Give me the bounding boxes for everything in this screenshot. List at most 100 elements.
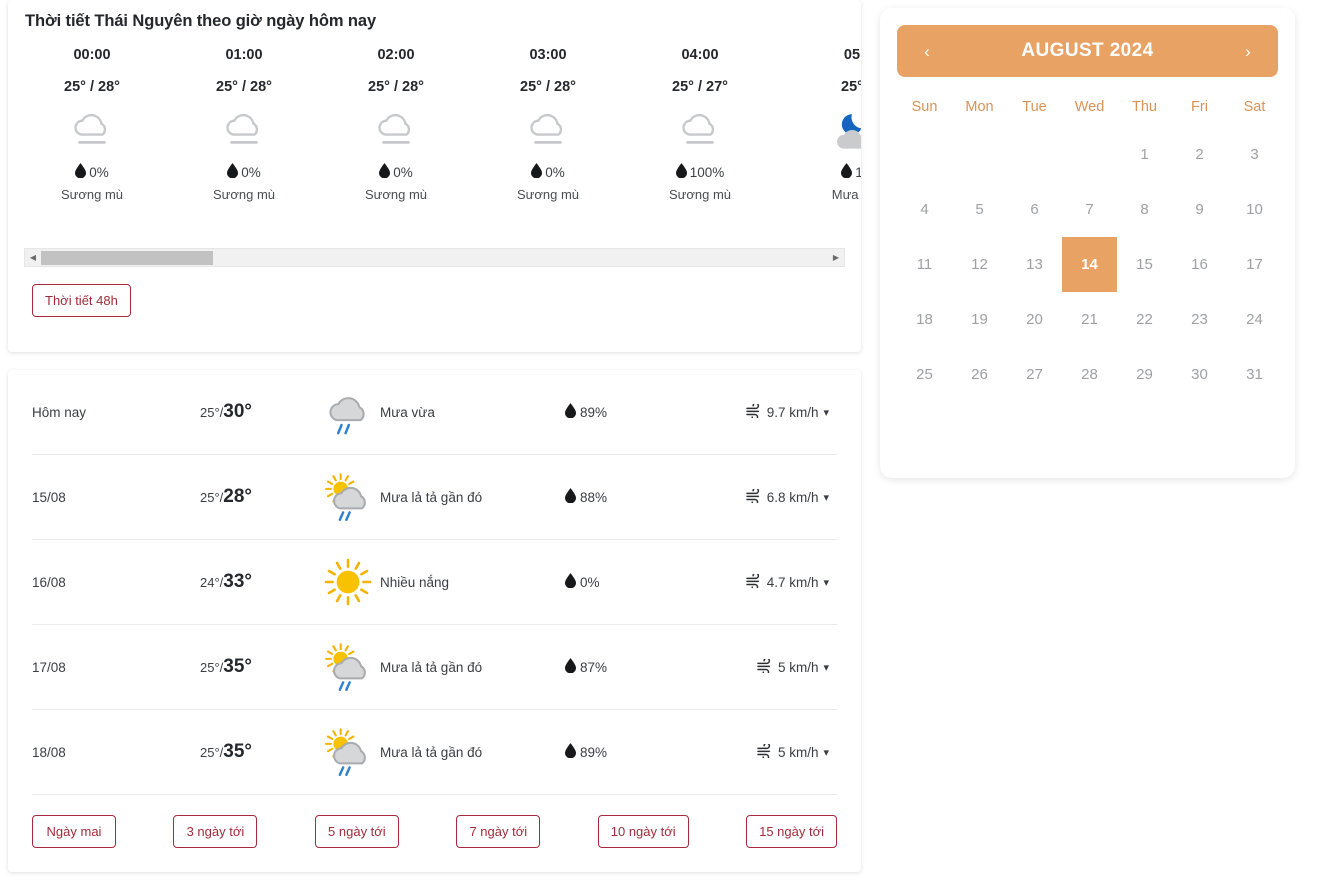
hourly-temp-range: 25° / 28° <box>64 79 120 95</box>
hourly-column: 02:00 25° / 28° 0% Sương mù <box>320 47 472 202</box>
hourly-scroll-viewport[interactable]: 00:00 25° / 28° 0% Sương mù 01:00 25° / 28° 0%… <box>8 47 861 242</box>
scrollbar-thumb[interactable] <box>41 251 213 265</box>
chevron-down-icon[interactable]: ▾ <box>823 661 829 674</box>
forecast-range-button[interactable]: Ngày mai <box>32 815 116 848</box>
calendar-empty-cell <box>1062 127 1117 182</box>
calendar-day-cell[interactable]: 12 <box>952 237 1007 292</box>
chevron-down-icon[interactable]: ▾ <box>823 491 829 504</box>
calendar-day-cell[interactable]: 22 <box>1117 292 1172 347</box>
calendar-day-number: 2 <box>1195 146 1204 163</box>
hourly-condition: Sương mù <box>516 187 580 202</box>
calendar-day-cell[interactable]: 11 <box>897 237 952 292</box>
forecast-range-button[interactable]: 10 ngày tới <box>597 815 689 848</box>
calendar-day-cell[interactable]: 16 <box>1172 237 1227 292</box>
forecast-wind-expander[interactable]: 6.8 km/h ▾ <box>745 486 837 506</box>
calendar-day-number: 22 <box>1136 311 1153 328</box>
chevron-down-icon[interactable]: ▾ <box>823 576 829 589</box>
hourly-condition: Sương mù <box>212 187 276 202</box>
scrollbar-track[interactable] <box>41 249 828 266</box>
forecast-range-button[interactable]: 5 ngày tới <box>314 815 399 848</box>
calendar-day-cell[interactable]: 4 <box>897 182 952 237</box>
sun-icon <box>320 554 376 610</box>
calendar-day-cell[interactable]: 2 <box>1172 127 1227 182</box>
hourly-time: 03:00 <box>529 47 567 63</box>
scroll-left-arrow-icon[interactable]: ◀ <box>25 249 41 266</box>
daily-forecast-row[interactable]: 15/08 25°/28° Mưa lả tả gần đó 88% 6.8 km/h ▾ <box>32 455 837 540</box>
calendar-day-cell[interactable]: 17 <box>1227 237 1282 292</box>
calendar-weekday-label: Wed <box>1074 99 1105 115</box>
forecast-condition: Mưa vừa <box>380 404 435 420</box>
right-column: ‹ AUGUST 2024 › Sun Mon Tue Wed Thu Fri Sat 1 2 3… <box>870 0 1295 478</box>
weather-48h-button[interactable]: Thời tiết 48h <box>32 284 131 317</box>
droplet-icon <box>531 163 543 181</box>
calendar-day-number: 8 <box>1140 201 1149 218</box>
calendar-day-cell[interactable]: 8 <box>1117 182 1172 237</box>
fog-cloud-icon <box>16 105 168 161</box>
daily-forecast-row[interactable]: 17/08 25°/35° Mưa lả tả gần đó 87% 5 km/h ▾ <box>32 625 837 710</box>
hourly-precip-probability: 0% <box>241 164 261 180</box>
droplet-icon <box>841 163 853 181</box>
wind-icon <box>745 571 762 591</box>
forecast-wind-expander[interactable]: 5 km/h ▾ <box>745 656 837 676</box>
calendar-day-cell[interactable]: 20 <box>1007 292 1062 347</box>
calendar-day-cell[interactable]: 15 <box>1117 237 1172 292</box>
forecast-wind-expander[interactable]: 4.7 km/h ▾ <box>745 571 837 591</box>
forecast-range-button[interactable]: 3 ngày tới <box>173 815 258 848</box>
chevron-down-icon[interactable]: ▾ <box>823 746 829 759</box>
calendar-day-cell[interactable]: 30 <box>1172 347 1227 402</box>
calendar-day-cell[interactable]: 27 <box>1007 347 1062 402</box>
daily-forecast-row[interactable]: 16/08 24°/33° Nhiều nắng 0% 4.7 km/h ▾ <box>32 540 837 625</box>
calendar-day-cell[interactable]: 3 <box>1227 127 1282 182</box>
calendar-day-cell[interactable]: 21 <box>1062 292 1117 347</box>
calendar-day-number: 3 <box>1250 146 1259 163</box>
daily-rows: Hôm nay 25°/30° Mưa vừa 89% 9.7 km/h ▾ 15/08 25… <box>8 370 861 795</box>
calendar-next-month-button[interactable]: › <box>1236 43 1260 60</box>
calendar-grid: Sun Mon Tue Wed Thu Fri Sat 1 2 3 4 5 6 7 8 9 10 11 12 13 14… <box>897 91 1278 402</box>
forecast-condition: Mưa lả tả gần đó <box>380 489 483 505</box>
calendar-day-cell[interactable]: 5 <box>952 182 1007 237</box>
calendar-day-cell[interactable]: 7 <box>1062 182 1117 237</box>
forecast-range-button[interactable]: 15 ngày tới <box>746 815 837 848</box>
droplet-icon <box>565 403 576 421</box>
calendar-day-number: 4 <box>920 201 929 218</box>
hourly-scrollbar[interactable]: ◀ ▶ <box>24 248 845 267</box>
daily-forecast-row[interactable]: Hôm nay 25°/30° Mưa vừa 89% 9.7 km/h ▾ <box>32 370 837 455</box>
hourly-precip-probability: 100% <box>689 164 725 180</box>
scroll-right-arrow-icon[interactable]: ▶ <box>828 249 844 266</box>
calendar-day-cell[interactable]: 10 <box>1227 182 1282 237</box>
forecast-condition: Mưa lả tả gần đó <box>380 744 483 760</box>
daily-forecast-row[interactable]: 18/08 25°/35° Mưa lả tả gần đó 89% 5 km/h ▾ <box>32 710 837 795</box>
calendar-day-cell[interactable]: 29 <box>1117 347 1172 402</box>
forecast-wind-speed: 9.7 km/h <box>766 404 819 420</box>
calendar-day-cell[interactable]: 28 <box>1062 347 1117 402</box>
calendar-day-cell[interactable]: 24 <box>1227 292 1282 347</box>
calendar-day-selected[interactable]: 14 <box>1062 237 1117 292</box>
calendar-card: ‹ AUGUST 2024 › Sun Mon Tue Wed Thu Fri Sat 1 2 3… <box>880 8 1295 478</box>
chevron-down-icon[interactable]: ▾ <box>823 406 829 419</box>
calendar-day-cell[interactable]: 18 <box>897 292 952 347</box>
calendar-day-number: 21 <box>1081 311 1098 328</box>
calendar-day-number: 30 <box>1191 366 1208 383</box>
hourly-precip-probability: 0% <box>545 164 565 180</box>
calendar-day-cell[interactable]: 31 <box>1227 347 1282 402</box>
calendar-prev-month-button[interactable]: ‹ <box>915 43 939 60</box>
calendar-day-cell[interactable]: 23 <box>1172 292 1227 347</box>
hourly-forecast-card: Thời tiết Thái Nguyên theo giờ ngày hôm … <box>8 0 861 352</box>
calendar-day-cell[interactable]: 26 <box>952 347 1007 402</box>
calendar-day-cell[interactable]: 19 <box>952 292 1007 347</box>
droplet-icon <box>227 163 239 181</box>
forecast-wind-expander[interactable]: 5 km/h ▾ <box>745 741 837 761</box>
calendar-day-cell[interactable]: 9 <box>1172 182 1227 237</box>
forecast-humidity: 0% <box>580 574 600 590</box>
calendar-day-number: 16 <box>1191 256 1208 273</box>
calendar-day-cell[interactable]: 1 <box>1117 127 1172 182</box>
calendar-day-cell[interactable]: 6 <box>1007 182 1062 237</box>
forecast-wind-expander[interactable]: 9.7 km/h ▾ <box>745 401 837 421</box>
calendar-day-cell[interactable]: 13 <box>1007 237 1062 292</box>
calendar-day-cell[interactable]: 25 <box>897 347 952 402</box>
fog-cloud-icon <box>472 105 624 161</box>
hourly-time: 04:00 <box>681 47 719 63</box>
wind-icon <box>757 741 773 761</box>
forecast-range-button[interactable]: 7 ngày tới <box>456 815 541 848</box>
forecast-condition: Mưa lả tả gần đó <box>380 659 483 675</box>
